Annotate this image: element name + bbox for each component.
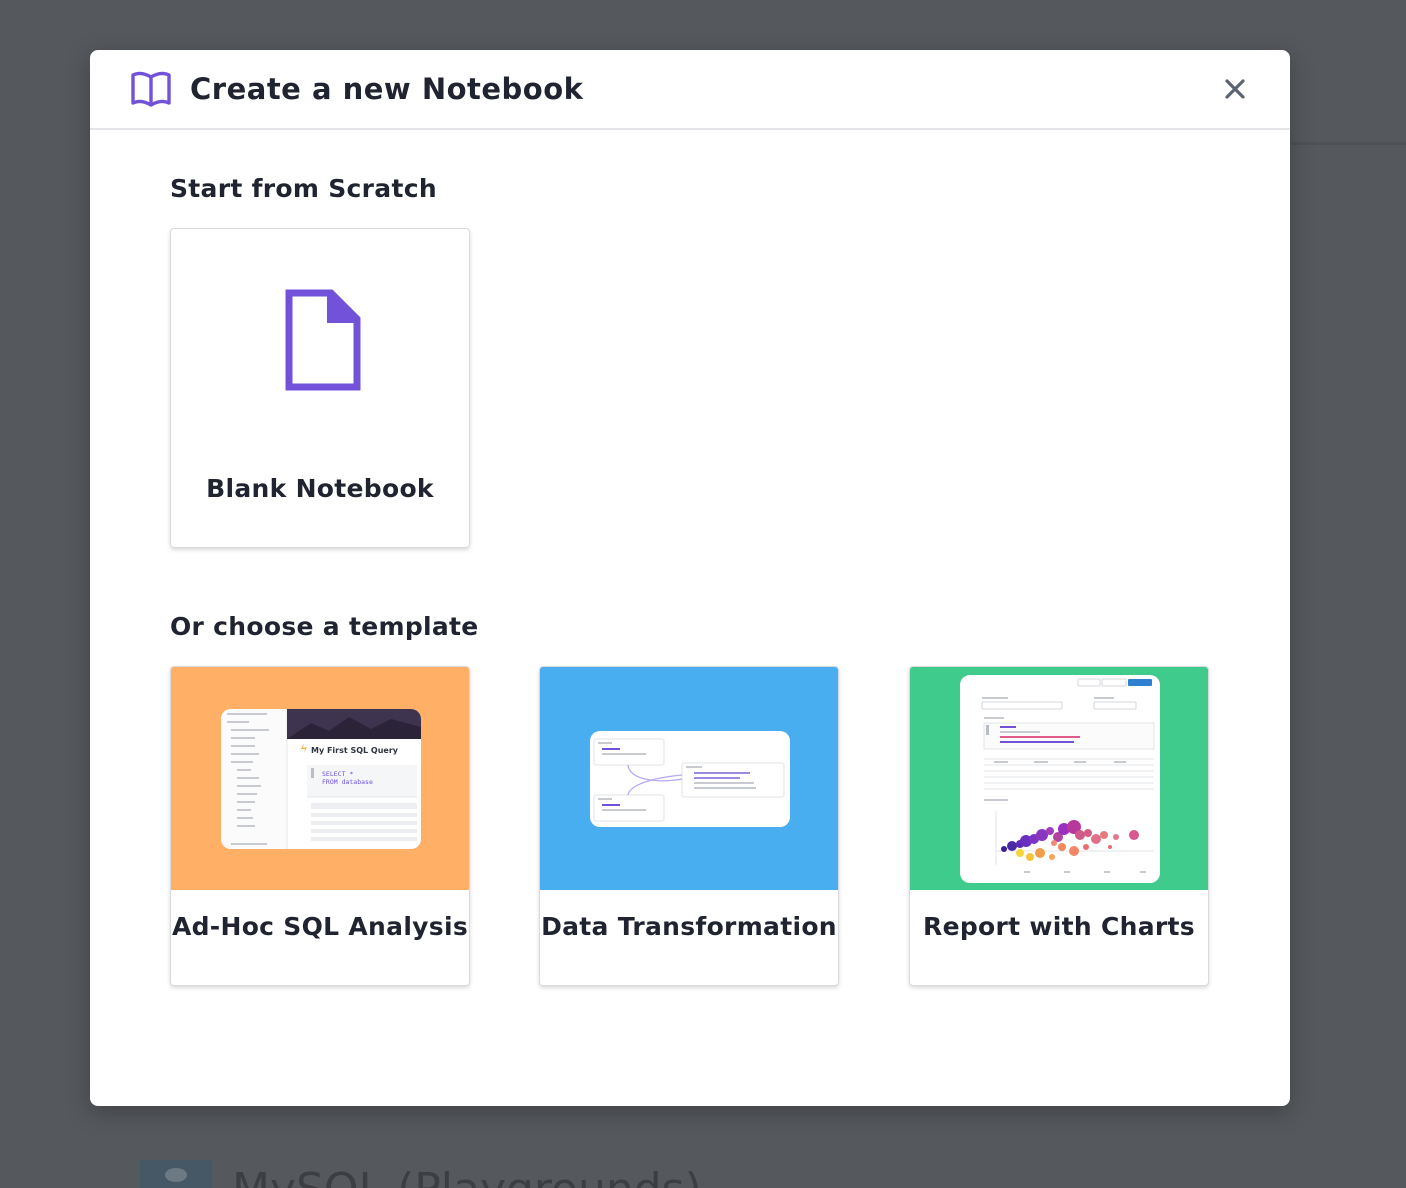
blank-notebook-label: Blank Notebook xyxy=(206,474,434,503)
close-icon xyxy=(1225,79,1245,99)
template-preview-report-with-charts xyxy=(910,667,1208,890)
book-open-icon xyxy=(131,71,171,107)
template-label-data-transformation: Data Transformation xyxy=(541,912,837,941)
template-label-adhoc-sql: Ad-Hoc SQL Analysis xyxy=(171,912,469,941)
template-preview-data-transformation xyxy=(540,667,838,890)
scratch-heading: Start from Scratch xyxy=(170,174,437,203)
templates-heading: Or choose a template xyxy=(170,612,479,641)
transformation-preview-thumbnail xyxy=(590,731,790,827)
document-icon xyxy=(285,289,361,391)
close-button[interactable] xyxy=(1220,74,1250,104)
modal-title: Create a new Notebook xyxy=(190,72,584,106)
report-preview-thumbnail xyxy=(960,675,1160,883)
template-preview-adhoc-sql: My First SQL Query SELECT * FROM databas… xyxy=(171,667,469,890)
sql-preview-thumbnail: My First SQL Query SELECT * FROM databas… xyxy=(221,709,421,849)
template-label-report-with-charts: Report with Charts xyxy=(923,912,1195,941)
modal-header: Create a new Notebook xyxy=(90,50,1290,130)
sql-preview-title: My First SQL Query xyxy=(311,746,399,755)
blank-notebook-card[interactable]: Blank Notebook xyxy=(170,228,470,548)
template-card-report-with-charts[interactable]: Report with Charts xyxy=(909,666,1209,986)
sql-preview-line-1: SELECT * xyxy=(322,770,354,778)
sql-preview-line-2: FROM database xyxy=(322,778,373,786)
template-card-data-transformation[interactable]: Data Transformation xyxy=(539,666,839,986)
template-card-adhoc-sql[interactable]: My First SQL Query SELECT * FROM databas… xyxy=(170,666,470,986)
create-notebook-modal: Create a new Notebook Start from Scratch… xyxy=(90,50,1290,1106)
